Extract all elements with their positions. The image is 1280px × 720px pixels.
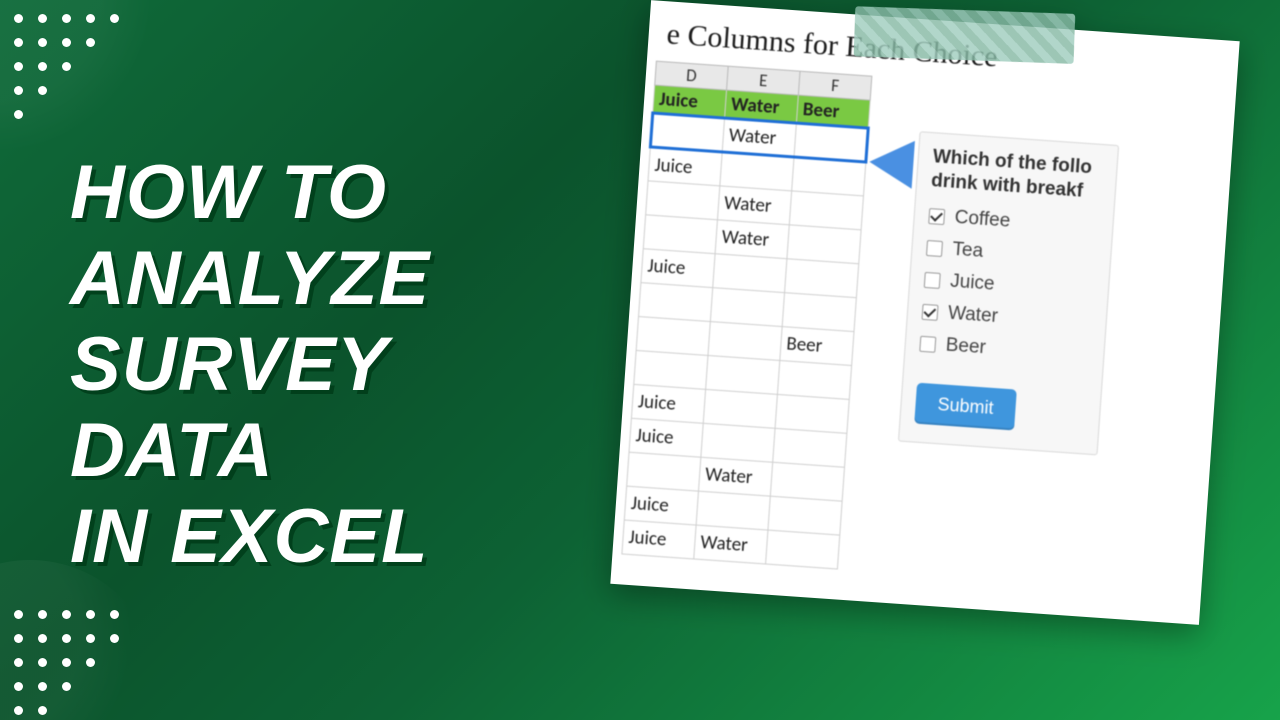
option-label: Coffee [954,206,1011,232]
data-cell[interactable]: Water [717,186,791,225]
checkbox-icon[interactable] [924,271,941,288]
option-label: Juice [949,270,995,295]
submit-button[interactable]: Submit [914,382,1017,430]
data-cell[interactable] [710,288,784,327]
survey-option[interactable]: Water [921,300,1092,334]
title-line: HOW TO [70,150,590,236]
survey-panel: Which of the follo drink with breakf Cof… [898,131,1119,455]
data-cell[interactable] [650,113,724,152]
option-label: Tea [952,238,984,262]
data-cell[interactable] [708,322,782,361]
data-cell[interactable]: Water [698,457,772,496]
data-cell[interactable]: Juice [631,384,705,423]
data-cell[interactable]: Water [715,220,789,259]
decor-dots-bottom [0,580,140,720]
data-cell[interactable] [782,293,856,332]
survey-option[interactable]: Beer [919,332,1090,366]
data-cell[interactable] [639,283,713,322]
data-cell[interactable] [794,123,868,162]
page-title: HOW TO ANALYZE SURVEY DATA IN EXCEL [70,150,590,579]
data-cell[interactable] [770,462,844,501]
title-line: SURVEY DATA [70,322,590,494]
tape-decor [854,6,1076,64]
data-cell[interactable] [634,350,708,389]
survey-question: Which of the follo drink with breakf [930,145,1103,204]
data-cell[interactable] [773,428,847,467]
data-cell[interactable]: Water [722,118,796,157]
data-cell[interactable] [636,317,710,356]
data-cell[interactable]: Juice [648,147,722,186]
data-cell[interactable]: Juice [622,520,696,559]
data-cell[interactable] [701,423,775,462]
decor-dots-top [0,0,150,150]
data-cell[interactable] [713,254,787,293]
screenshot-card: e Columns for Each Choice DEFJuiceWaterB… [610,0,1239,625]
data-cell[interactable] [627,452,701,491]
data-cell[interactable]: Juice [624,486,698,525]
data-cell[interactable] [789,191,863,230]
data-cell[interactable] [643,215,717,254]
data-cell[interactable]: Beer [780,327,854,366]
data-cell[interactable]: Water [694,525,768,564]
checkbox-icon[interactable] [926,239,943,256]
arrow-icon [868,138,915,189]
checkbox-icon[interactable] [919,335,936,352]
data-cell[interactable] [646,181,720,220]
data-cell[interactable]: Juice [629,418,703,457]
data-cell[interactable] [792,157,866,196]
data-cell[interactable] [777,360,851,399]
checkbox-icon[interactable] [922,303,939,320]
data-cell[interactable] [768,496,842,535]
data-cell[interactable] [720,152,794,191]
data-cell[interactable] [696,491,770,530]
survey-option[interactable]: Juice [924,268,1095,302]
title-line: ANALYZE [70,236,590,322]
data-cell[interactable] [787,225,861,264]
data-cell[interactable] [785,259,859,298]
data-cell[interactable] [775,394,849,433]
checkbox-icon[interactable] [928,208,945,225]
survey-option[interactable]: Coffee [928,205,1099,239]
title-line: IN EXCEL [70,494,590,580]
data-cell[interactable] [766,530,840,569]
data-cell[interactable] [703,389,777,428]
spreadsheet-table: DEFJuiceWaterBeerWaterJuiceWaterWaterJui… [620,61,873,570]
option-label: Water [947,302,998,327]
data-cell[interactable] [706,355,780,394]
option-label: Beer [945,334,987,359]
survey-option[interactable]: Tea [926,236,1097,270]
data-cell[interactable]: Juice [641,249,715,288]
